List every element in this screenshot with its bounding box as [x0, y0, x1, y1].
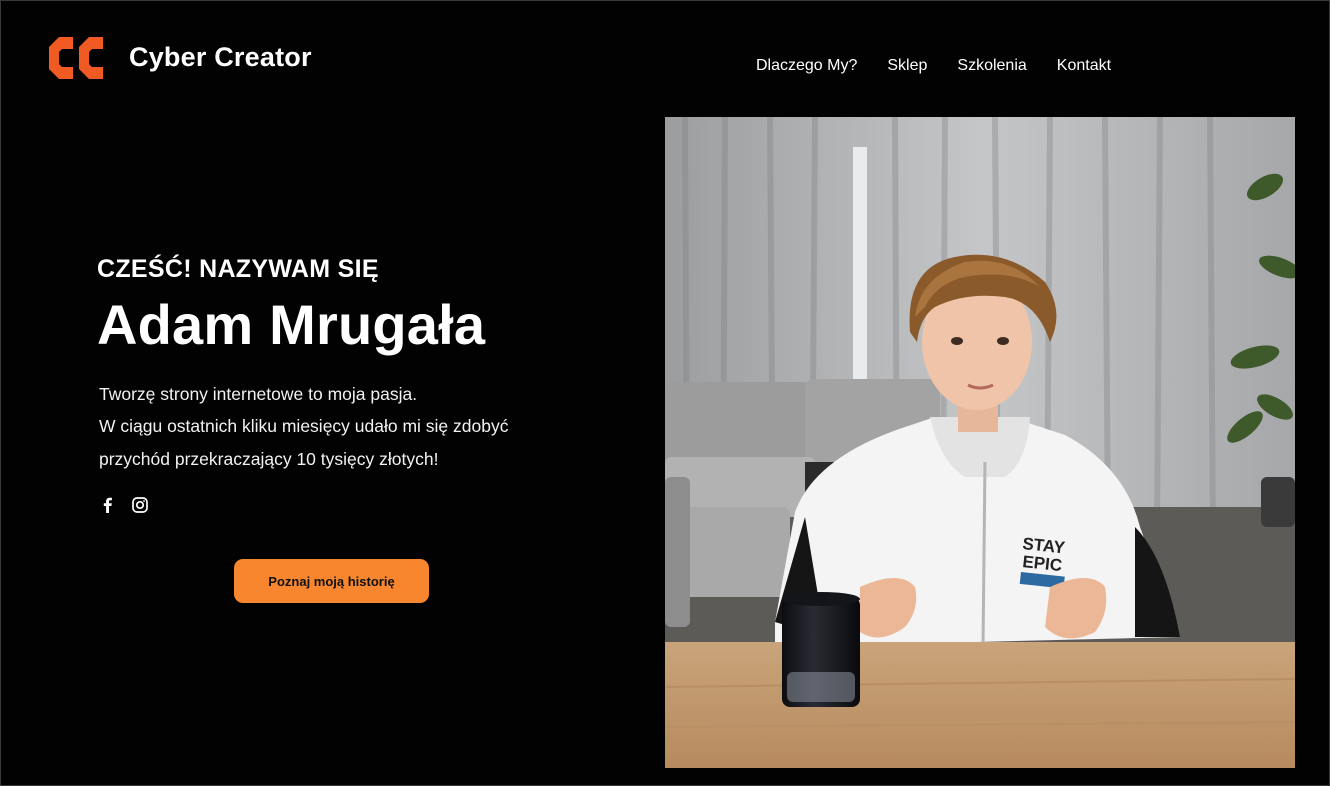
page: Cyber Creator Dlaczego My? Sklep Szkolen…	[0, 0, 1330, 786]
brand-logo[interactable]: Cyber Creator	[45, 33, 312, 81]
nav-item-sklep[interactable]: Sklep	[887, 57, 927, 75]
nav-item-szkolenia[interactable]: Szkolenia	[957, 57, 1026, 75]
story-button[interactable]: Poznaj moją historię	[234, 559, 429, 603]
social-links	[99, 496, 149, 514]
hero-text: CZEŚĆ! NAZYWAM SIĘ Adam Mrugała Tworzę s…	[97, 255, 617, 475]
main-nav: Dlaczego My? Sklep Szkolenia Kontakt	[756, 57, 1141, 75]
nav-item-dlaczego-my[interactable]: Dlaczego My?	[756, 57, 857, 75]
hero-name: Adam Mrugała	[97, 293, 486, 356]
description-line: przychód przekraczający 10 tysięcy złoty…	[99, 448, 439, 469]
hero-description: Tworzę strony internetowe to moja pasja.…	[97, 378, 617, 476]
facebook-icon[interactable]	[99, 496, 117, 514]
hero-photo: STAY EPIC	[665, 117, 1295, 768]
nav-item-kontakt[interactable]: Kontakt	[1057, 57, 1111, 75]
instagram-icon[interactable]	[131, 496, 149, 514]
brand-name: Cyber Creator	[129, 41, 312, 72]
description-line: W ciągu ostatnich kliku miesięcy udało m…	[99, 416, 509, 437]
description-line: Tworzę strony internetowe to moja pasja.	[99, 383, 418, 404]
cc-logo-icon	[45, 33, 107, 81]
hero-greeting: CZEŚĆ! NAZYWAM SIĘ	[97, 255, 379, 283]
